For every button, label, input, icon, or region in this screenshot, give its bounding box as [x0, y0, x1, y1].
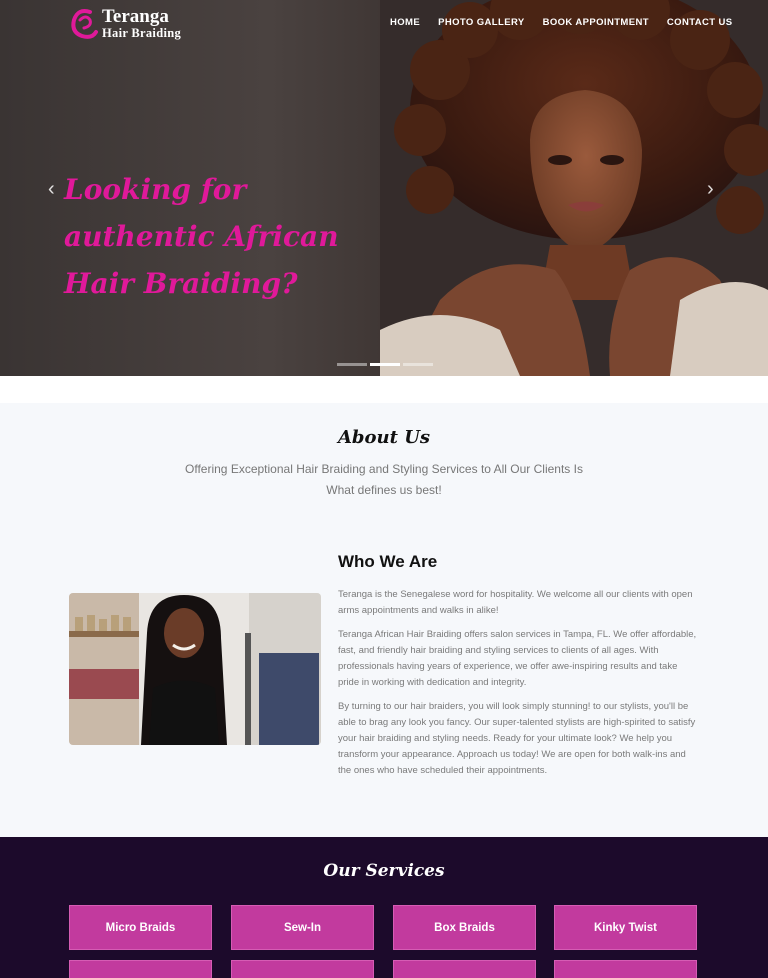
- chevron-left-icon[interactable]: ‹: [48, 178, 55, 201]
- service-button[interactable]: [69, 960, 212, 978]
- main-nav: HOME PHOTO GALLERY BOOK APPOINTMENT CONT…: [390, 17, 751, 28]
- slide-dot-2[interactable]: [370, 363, 400, 366]
- service-button[interactable]: [554, 960, 697, 978]
- brand-tagline: Hair Braiding: [102, 25, 182, 40]
- service-kinky-twist[interactable]: Kinky Twist: [554, 905, 697, 950]
- slider-dots: [337, 363, 436, 366]
- about-section: About Us Offering Exceptional Hair Braid…: [0, 403, 768, 837]
- services-section: Our Services Micro Braids Sew-In Box Bra…: [0, 837, 768, 978]
- service-sew-in[interactable]: Sew-In: [231, 905, 374, 950]
- services-title: Our Services: [323, 861, 445, 881]
- braid-swirl-icon: [71, 9, 98, 39]
- service-box-braids[interactable]: Box Braids: [393, 905, 536, 950]
- service-button[interactable]: [393, 960, 536, 978]
- hero-headline: Looking for authentic African Hair Braid…: [64, 173, 339, 300]
- brand-name: Teranga: [102, 5, 169, 27]
- who-paragraph-3: By turning to our hair braiders, you wil…: [338, 701, 696, 776]
- service-micro-braids[interactable]: Micro Braids: [69, 905, 212, 950]
- hero-slider: Teranga Hair Braiding HOME PHOTO GALLERY…: [0, 0, 768, 376]
- nav-book-appointment[interactable]: BOOK APPOINTMENT: [543, 17, 649, 28]
- slide-dot-1[interactable]: [337, 363, 367, 366]
- who-we-are-title: Who We Are: [338, 552, 438, 571]
- about-subtitle: Offering Exceptional Hair Braiding and S…: [185, 462, 583, 497]
- service-button[interactable]: [231, 960, 374, 978]
- who-paragraph-2: Teranga African Hair Braiding offers sal…: [338, 629, 697, 688]
- chevron-right-icon[interactable]: ›: [707, 178, 714, 201]
- who-we-are-text: Teranga is the Senegalese word for hospi…: [338, 587, 700, 787]
- who-paragraph-1: Teranga is the Senegalese word for hospi…: [338, 589, 693, 616]
- nav-contact-us[interactable]: CONTACT US: [667, 17, 733, 28]
- nav-home[interactable]: HOME: [390, 17, 420, 28]
- slide-dot-3[interactable]: [403, 363, 433, 366]
- about-title: About Us: [337, 427, 431, 448]
- nav-photo-gallery[interactable]: PHOTO GALLERY: [438, 17, 524, 28]
- brand-logo[interactable]: Teranga Hair Braiding: [68, 6, 181, 40]
- stylist-photo: [69, 593, 321, 745]
